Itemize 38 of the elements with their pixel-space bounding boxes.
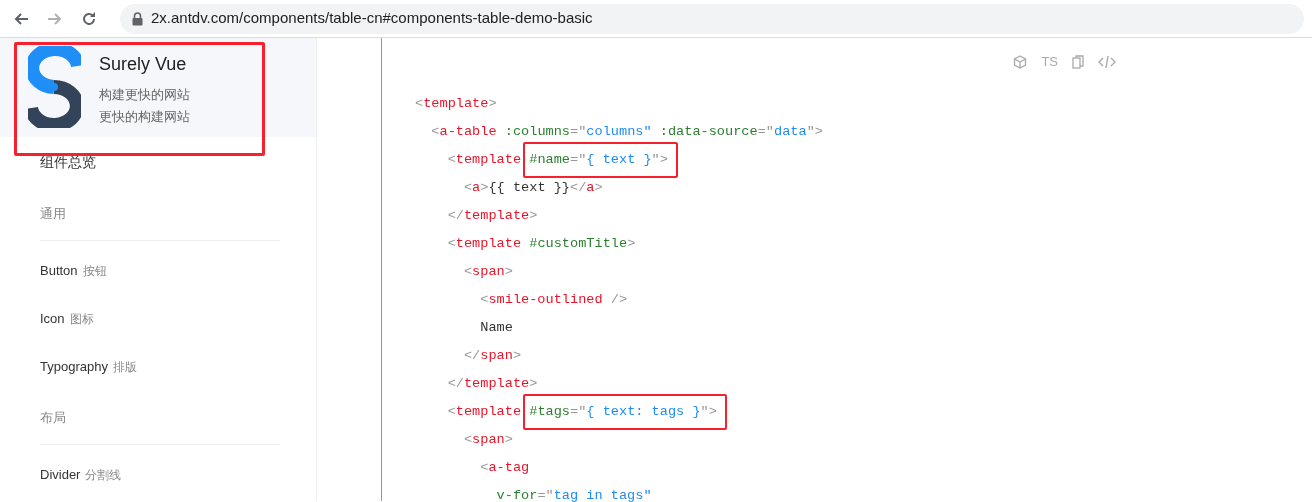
code-line: </template> xyxy=(446,207,538,225)
menu-item[interactable]: Button xyxy=(40,261,78,281)
code-line: v-for="tag in tags" xyxy=(495,487,652,502)
menu-item-subtitle: 按钮 xyxy=(82,263,107,280)
menu-group-title: 通用 xyxy=(40,187,280,241)
cube-icon[interactable] xyxy=(1013,55,1028,69)
menu-item[interactable]: Divider xyxy=(40,465,81,485)
brand-tagline: 更快的构建网站 xyxy=(99,109,190,126)
menu-item[interactable]: Icon xyxy=(40,309,65,329)
highlight-box: #name="{ text }"> xyxy=(523,142,678,178)
copy-icon[interactable] xyxy=(1072,54,1084,70)
code-line: <span> xyxy=(462,431,513,449)
code-line: <a>{{ text }}</a> xyxy=(462,179,603,197)
code-text: <template xyxy=(446,152,523,167)
lock-icon xyxy=(132,11,143,26)
code-line: </span> xyxy=(462,347,522,365)
menu-item[interactable]: Typography xyxy=(40,357,108,377)
code-line: <template #customTitle> xyxy=(446,235,636,253)
code-line: Name xyxy=(479,319,513,337)
brand-name: Surely Vue xyxy=(99,53,188,76)
brand-tagline: 构建更快的网站 xyxy=(99,87,190,104)
menu-item-subtitle: 分割线 xyxy=(85,467,122,484)
url-text: 2x.antdv.com/components/table-cn#components-table-demo-basic xyxy=(151,8,593,29)
address-bar[interactable]: 2x.antdv.com/components/table-cn#components-table-demo-basic xyxy=(120,3,1304,34)
code-line: <smile-outlined /> xyxy=(479,291,628,309)
code-line: <a-tag xyxy=(479,459,530,477)
logo-icon xyxy=(28,46,81,128)
code-line: <a-table :columns="columns" :data-source="data"> xyxy=(430,123,823,141)
code-line: </template> xyxy=(446,375,538,393)
menu-item-subtitle: 排版 xyxy=(112,359,137,376)
code-line: <template> xyxy=(414,95,497,113)
code-line: <span> xyxy=(462,263,513,281)
menu-item-subtitle: 图标 xyxy=(69,311,94,328)
menu-group-title: 布局 xyxy=(40,391,280,445)
menu-item[interactable]: 组件总览 xyxy=(40,151,96,173)
code-text: <template xyxy=(446,404,523,419)
highlight-box: #tags="{ text: tags }"> xyxy=(523,394,727,430)
code-icon[interactable] xyxy=(1098,55,1116,69)
